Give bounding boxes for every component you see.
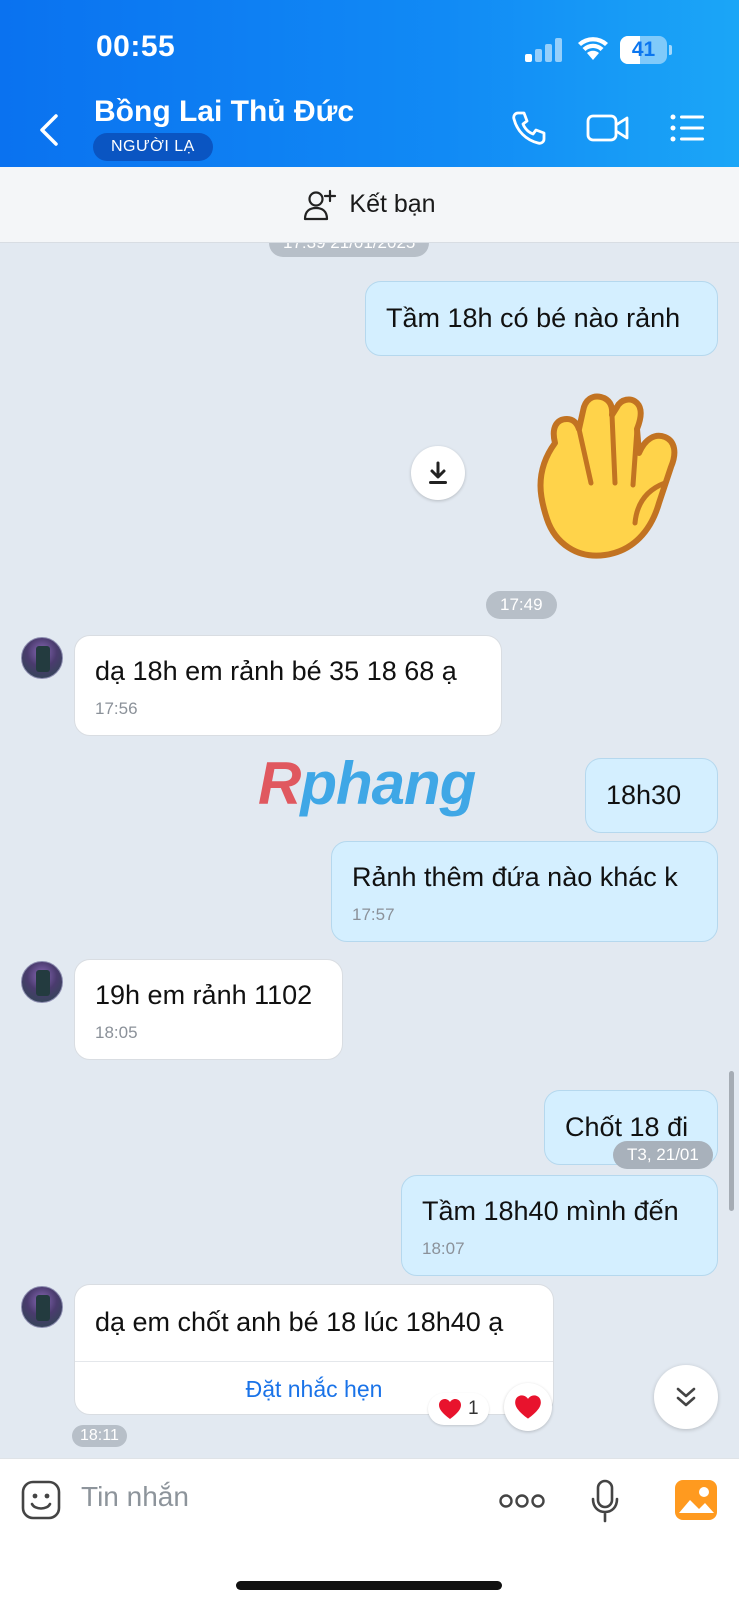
avatar[interactable]: [21, 1286, 63, 1328]
message-text: Tầm 18h40 mình đến: [422, 1196, 679, 1226]
scroll-to-bottom-button[interactable]: [654, 1365, 718, 1429]
message-bubble[interactable]: Tầm 18h có bé nào rảnh: [365, 281, 718, 356]
composer-bar: Tin nhắn: [0, 1458, 739, 1600]
message-time: 17:57: [352, 905, 395, 924]
add-friend-label: Kết bạn: [349, 190, 436, 218]
download-icon: [429, 461, 447, 484]
message-bubble[interactable]: Tầm 18h40 mình đến 18:07: [401, 1175, 718, 1276]
battery-icon: 41: [620, 36, 672, 64]
gallery-icon[interactable]: [674, 1479, 718, 1521]
message-time: 18:11: [72, 1425, 127, 1447]
message-bubble[interactable]: Rảnh thêm đứa nào khác k 17:57: [331, 841, 718, 942]
watermark-logo: Rphang: [258, 750, 476, 817]
message-time: 18:07: [422, 1239, 465, 1258]
message-text: Tầm 18h có bé nào rảnh: [386, 303, 681, 333]
double-chevron-down-icon: [676, 1387, 696, 1407]
video-call-icon[interactable]: [585, 108, 631, 148]
message-bubble[interactable]: 19h em rảnh 1102 18:05: [74, 959, 343, 1060]
wifi-icon: [578, 37, 608, 60]
stranger-badge: NGƯỜI LẠ: [93, 133, 213, 161]
message-list[interactable]: 17:39 21/01/2025 Tầm 18h có bé nào rảnh …: [0, 243, 739, 1458]
microphone-icon[interactable]: [590, 1479, 620, 1523]
more-options-icon[interactable]: [498, 1493, 546, 1509]
reaction-summary[interactable]: 1: [428, 1393, 489, 1425]
message-input[interactable]: Tin nhắn: [81, 1481, 189, 1513]
phone-icon[interactable]: [509, 108, 549, 148]
heart-icon: [439, 1399, 461, 1419]
add-friend-bar[interactable]: Kết bạn: [0, 167, 739, 243]
scrollbar[interactable]: [729, 1071, 734, 1211]
time-stamp: 17:39 21/01/2025: [269, 243, 430, 257]
battery-level: 41: [631, 38, 656, 61]
menu-list-icon[interactable]: [668, 108, 708, 148]
back-icon[interactable]: [30, 110, 70, 150]
message-text: 18h30: [606, 780, 682, 810]
chat-header: 00:55 41 Bồng Lai Thủ Đức NGƯỜI LẠ: [0, 0, 739, 167]
raised-hand-sticker[interactable]: [525, 383, 695, 563]
signal-icon: [525, 38, 565, 62]
date-stamp: T3, 21/01: [613, 1141, 713, 1169]
heart-icon: [515, 1395, 541, 1419]
sticker-emoji-icon[interactable]: [20, 1479, 62, 1521]
message-text: Rảnh thêm đứa nào khác k: [352, 862, 678, 892]
message-text: dạ em chốt anh bé 18 lúc 18h40 ạ: [95, 1307, 504, 1337]
message-text: dạ 18h em rảnh bé 35 18 68 ạ: [95, 656, 457, 686]
message-text: 19h em rảnh 1102: [95, 980, 313, 1010]
avatar[interactable]: [21, 637, 63, 679]
download-button[interactable]: [411, 446, 465, 500]
home-indicator: [236, 1581, 502, 1590]
message-bubble[interactable]: dạ 18h em rảnh bé 35 18 68 ạ 17:56: [74, 635, 502, 736]
react-button[interactable]: [504, 1383, 552, 1431]
message-time: 17:56: [95, 699, 138, 718]
reaction-count: 1: [468, 1398, 479, 1419]
status-time: 00:55: [96, 30, 176, 63]
message-time: 18:05: [95, 1023, 138, 1042]
avatar[interactable]: [21, 961, 63, 1003]
time-stamp: 17:49: [486, 591, 557, 619]
contact-name[interactable]: Bồng Lai Thủ Đức: [94, 95, 354, 129]
add-user-icon: [304, 189, 337, 220]
message-bubble[interactable]: 18h30: [585, 758, 718, 833]
